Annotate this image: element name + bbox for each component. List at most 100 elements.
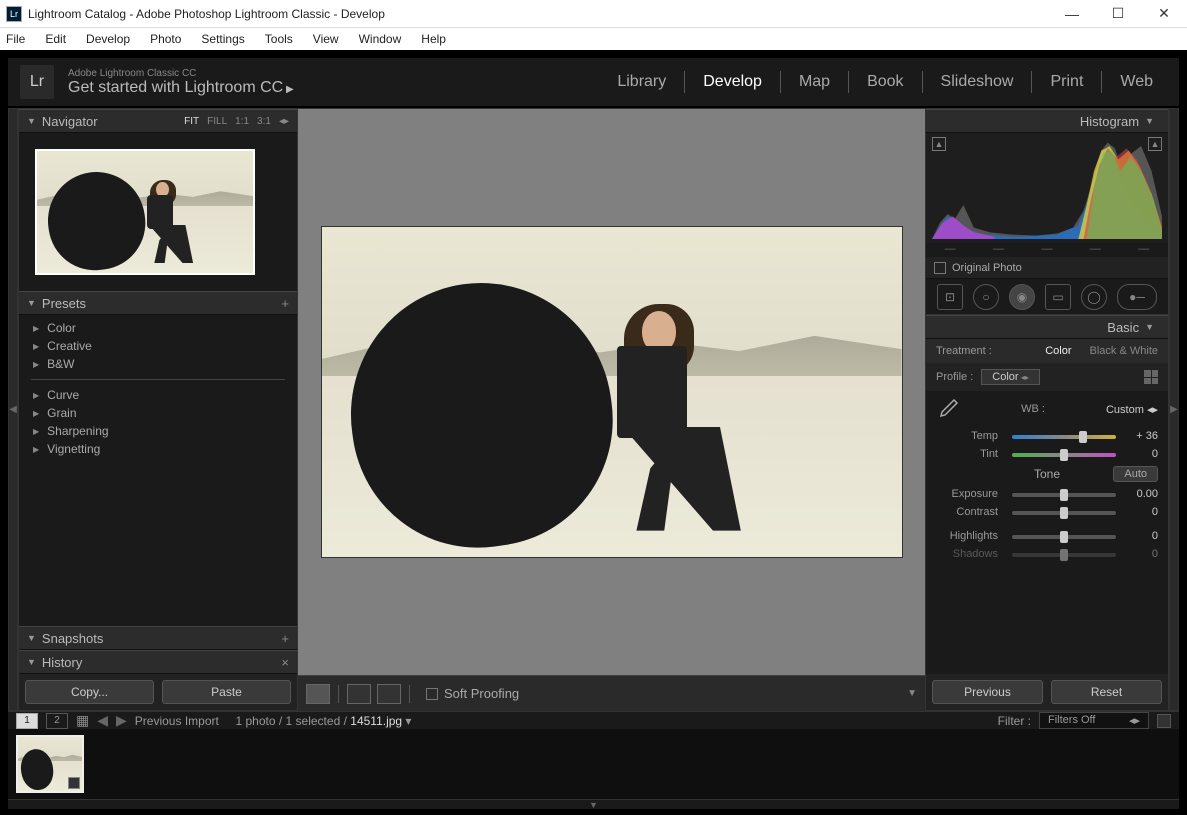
nav-back-icon[interactable]: ◀ bbox=[97, 712, 108, 729]
history-panel-header[interactable]: ▼ History × bbox=[19, 650, 297, 674]
adjustment-brush-tool-icon[interactable]: ●─ bbox=[1117, 284, 1157, 310]
chevron-down-icon: ▼ bbox=[27, 116, 36, 126]
highlight-clipping-icon[interactable]: ▲ bbox=[1148, 137, 1162, 151]
menu-photo[interactable]: Photo bbox=[150, 32, 181, 46]
zoom-3to1[interactable]: 3:1 bbox=[257, 116, 271, 127]
previous-button[interactable]: Previous bbox=[932, 680, 1043, 704]
zoom-fill[interactable]: FILL bbox=[207, 116, 227, 127]
filmstrip-thumbnail[interactable] bbox=[16, 735, 84, 793]
graduated-filter-tool-icon[interactable]: ▭ bbox=[1045, 284, 1071, 310]
histogram-panel-header[interactable]: Histogram ▼ bbox=[926, 109, 1168, 133]
navigator-panel-header[interactable]: ▼ Navigator FIT FILL 1:1 3:1 ◂▸ bbox=[19, 109, 297, 133]
zoom-fit[interactable]: FIT bbox=[184, 116, 199, 127]
monitor-2-button[interactable]: 2 bbox=[46, 713, 68, 729]
menu-tools[interactable]: Tools bbox=[265, 32, 293, 46]
preset-group[interactable]: ▶Grain bbox=[19, 404, 297, 422]
shadows-slider[interactable] bbox=[1012, 549, 1116, 559]
profile-browser-icon[interactable] bbox=[1144, 370, 1158, 384]
module-library[interactable]: Library bbox=[603, 73, 680, 91]
presets-panel-header[interactable]: ▼ Presets + bbox=[19, 291, 297, 315]
window-maximize-button[interactable]: ☐ bbox=[1095, 0, 1141, 28]
treatment-color-option[interactable]: Color bbox=[1045, 345, 1071, 357]
shadows-label: Shadows bbox=[936, 548, 998, 560]
menu-develop[interactable]: Develop bbox=[86, 32, 130, 46]
highlights-slider[interactable] bbox=[1012, 531, 1116, 541]
toolbar-options-dropdown-icon[interactable]: ▼ bbox=[907, 688, 917, 699]
module-book[interactable]: Book bbox=[853, 73, 917, 91]
contrast-value[interactable]: 0 bbox=[1122, 506, 1158, 518]
snapshots-panel-header[interactable]: ▼ Snapshots + bbox=[19, 626, 297, 650]
view-before-after-lr-button[interactable] bbox=[347, 684, 371, 704]
window-close-button[interactable]: ✕ bbox=[1141, 0, 1187, 28]
thumbnail-badge-icon[interactable] bbox=[68, 777, 80, 789]
original-photo-checkbox[interactable] bbox=[934, 262, 946, 274]
monitor-1-button[interactable]: 1 bbox=[16, 713, 38, 729]
module-print[interactable]: Print bbox=[1036, 73, 1097, 91]
radial-filter-tool-icon[interactable]: ◯ bbox=[1081, 284, 1107, 310]
nav-forward-icon[interactable]: ▶ bbox=[116, 712, 127, 729]
menu-edit[interactable]: Edit bbox=[45, 32, 66, 46]
filter-select[interactable]: Filters Off◂▸ bbox=[1039, 712, 1149, 729]
chevron-down-icon: ▼ bbox=[27, 657, 36, 667]
zoom-1to1[interactable]: 1:1 bbox=[235, 116, 249, 127]
profile-select[interactable]: Color bbox=[981, 369, 1040, 385]
crop-tool-icon[interactable]: ⊡ bbox=[937, 284, 963, 310]
source-path[interactable]: Previous Import 1 photo / 1 selected / 1… bbox=[135, 714, 412, 728]
menu-file[interactable]: File bbox=[6, 32, 25, 46]
module-develop[interactable]: Develop bbox=[689, 73, 776, 91]
exposure-value[interactable]: 0.00 bbox=[1122, 488, 1158, 500]
menu-view[interactable]: View bbox=[313, 32, 339, 46]
highlights-value[interactable]: 0 bbox=[1122, 530, 1158, 542]
reset-button[interactable]: Reset bbox=[1051, 680, 1162, 704]
menu-window[interactable]: Window bbox=[359, 32, 402, 46]
copy-button[interactable]: Copy... bbox=[25, 680, 154, 704]
temp-value[interactable]: + 36 bbox=[1122, 430, 1158, 442]
right-panel-collapse-handle[interactable]: ▶ bbox=[1169, 108, 1179, 711]
menu-help[interactable]: Help bbox=[421, 32, 446, 46]
basic-panel-header[interactable]: Basic ▼ bbox=[926, 315, 1168, 339]
main-photo[interactable] bbox=[322, 227, 902, 557]
preset-group[interactable]: ▶Color bbox=[19, 319, 297, 337]
view-before-after-tb-button[interactable] bbox=[377, 684, 401, 704]
filter-lock-icon[interactable] bbox=[1157, 714, 1171, 728]
eyedropper-icon[interactable] bbox=[936, 397, 960, 421]
tint-value[interactable]: 0 bbox=[1122, 448, 1158, 460]
presets-add-icon[interactable]: + bbox=[281, 296, 289, 311]
temp-slider[interactable] bbox=[1012, 431, 1116, 441]
identity-title[interactable]: Get started with Lightroom CC bbox=[68, 79, 294, 97]
grid-view-icon[interactable]: ▦ bbox=[76, 712, 89, 729]
menu-settings[interactable]: Settings bbox=[201, 32, 244, 46]
redeye-tool-icon[interactable]: ◉ bbox=[1009, 284, 1035, 310]
navigator-thumbnail[interactable] bbox=[35, 149, 255, 275]
history-clear-icon[interactable]: × bbox=[281, 655, 289, 670]
exposure-slider[interactable] bbox=[1012, 489, 1116, 499]
left-panel-collapse-handle[interactable]: ◀ bbox=[8, 108, 18, 711]
preset-group[interactable]: ▶Creative bbox=[19, 337, 297, 355]
module-web[interactable]: Web bbox=[1106, 73, 1167, 91]
filmstrip-collapse-handle[interactable]: ▼ bbox=[8, 799, 1179, 809]
treatment-bw-option[interactable]: Black & White bbox=[1090, 345, 1158, 357]
contrast-slider[interactable] bbox=[1012, 507, 1116, 517]
spot-removal-tool-icon[interactable]: ○ bbox=[973, 284, 999, 310]
tint-slider[interactable] bbox=[1012, 449, 1116, 459]
preset-group[interactable]: ▶Vignetting bbox=[19, 440, 297, 458]
snapshots-add-icon[interactable]: + bbox=[281, 631, 289, 646]
preset-group[interactable]: ▶Curve bbox=[19, 386, 297, 404]
module-map[interactable]: Map bbox=[785, 73, 844, 91]
paste-button[interactable]: Paste bbox=[162, 680, 291, 704]
wb-select[interactable]: Custom ◂▸ bbox=[1106, 403, 1158, 416]
zoom-dropdown-icon[interactable]: ◂▸ bbox=[279, 116, 289, 127]
canvas[interactable] bbox=[298, 109, 925, 675]
view-loupe-button[interactable] bbox=[306, 684, 330, 704]
filter-label: Filter : bbox=[998, 714, 1031, 728]
shadows-value[interactable]: 0 bbox=[1122, 548, 1158, 560]
histogram-title: Histogram bbox=[1080, 114, 1139, 129]
tone-auto-button[interactable]: Auto bbox=[1113, 466, 1158, 482]
preset-group[interactable]: ▶B&W bbox=[19, 355, 297, 373]
soft-proofing-checkbox[interactable] bbox=[426, 688, 438, 700]
shadow-clipping-icon[interactable]: ▲ bbox=[932, 137, 946, 151]
module-slideshow[interactable]: Slideshow bbox=[927, 73, 1028, 91]
histogram-display[interactable]: ▲ ▲ bbox=[926, 133, 1168, 243]
window-minimize-button[interactable]: — bbox=[1049, 0, 1095, 28]
preset-group[interactable]: ▶Sharpening bbox=[19, 422, 297, 440]
